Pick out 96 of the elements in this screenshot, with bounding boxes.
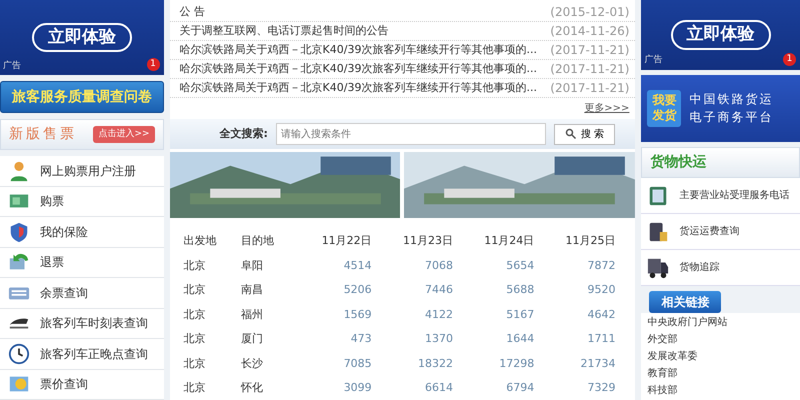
table-cell-text: 5688 bbox=[505, 282, 536, 298]
column-header: 11月22日 bbox=[320, 233, 373, 249]
table-cell-text: 阜阳 bbox=[240, 258, 264, 274]
section-title: 货物快运 bbox=[641, 147, 800, 178]
table-cell-text: 北京 bbox=[182, 331, 207, 347]
table-cell-text: 4514 bbox=[342, 258, 373, 274]
link[interactable]: 教育部 bbox=[647, 366, 794, 381]
column-header: 11月24日 bbox=[483, 233, 536, 249]
table-cell-text: 怀化 bbox=[240, 380, 264, 396]
ad-label: 广告 bbox=[3, 60, 21, 72]
freight-item[interactable]: 货物追踪 bbox=[641, 250, 800, 286]
table-cell-text: 7329 bbox=[586, 380, 617, 396]
banner-text: 电子商务平台 bbox=[689, 109, 774, 126]
table-cell-text: 5167 bbox=[505, 306, 536, 322]
table-cell-text: 1711 bbox=[586, 331, 617, 347]
table-cell-text: 7872 bbox=[586, 258, 617, 274]
more-link[interactable]: 更多>>> bbox=[578, 98, 636, 119]
notice-link[interactable]: 公 告 bbox=[180, 4, 206, 20]
notice-link[interactable]: 关于调整互联网、电话订票起售时间的公告 bbox=[180, 22, 389, 40]
clock-icon bbox=[8, 342, 30, 365]
counter-badge: 1 bbox=[146, 58, 160, 71]
notice-link[interactable]: 哈尔滨铁路局关于鸡西－北京K40/39次旅客列车继续开行等其他事项的... bbox=[180, 60, 537, 78]
service-item[interactable]: 余票查询 bbox=[0, 278, 164, 308]
table-cell-text: 北京 bbox=[182, 258, 207, 274]
column-header: 11月23日 bbox=[402, 233, 454, 249]
table-cell-text: 7446 bbox=[424, 282, 454, 298]
survey-button[interactable]: 旅客服务质量调查问卷 bbox=[0, 81, 164, 113]
notice-date: (2017-11-21) bbox=[550, 61, 630, 78]
try-now-button[interactable]: 立即体验 bbox=[32, 22, 132, 52]
table-cell-text: 4122 bbox=[424, 306, 454, 322]
notice-date: (2015-12-01) bbox=[550, 4, 630, 21]
ship-badge: 我要 发货 bbox=[647, 90, 682, 128]
table-cell-text: 17298 bbox=[498, 356, 536, 372]
freight-item[interactable]: 货运运费查询 bbox=[641, 214, 800, 250]
service-item[interactable]: 票价查询 bbox=[0, 370, 164, 400]
table-cell-text: 9520 bbox=[586, 282, 617, 298]
column-header: 11月25日 bbox=[564, 233, 617, 249]
table-cell-text: 1370 bbox=[424, 331, 454, 347]
phone-icon bbox=[647, 184, 670, 206]
table-cell-text: 473 bbox=[350, 331, 373, 347]
table-cell-text: 厦门 bbox=[240, 331, 264, 347]
table-cell-text: 5654 bbox=[505, 258, 536, 274]
table-cell-text: 1644 bbox=[505, 331, 536, 347]
link[interactable]: 中央政府门户网站 bbox=[647, 315, 794, 330]
service-item[interactable]: 旅客列车时刻表查询 bbox=[0, 308, 164, 339]
table-cell-text: 5206 bbox=[342, 282, 373, 298]
table-cell-text: 7085 bbox=[342, 356, 373, 372]
column-header: 目的地 bbox=[240, 233, 275, 249]
ad-label: 广告 bbox=[644, 54, 662, 68]
search-button[interactable]: 搜 索 bbox=[554, 124, 616, 144]
table-cell-text: 北京 bbox=[182, 356, 207, 372]
ad-banner[interactable]: 立即体验 广告 1 bbox=[0, 0, 164, 75]
links-tab[interactable]: 相关链接 bbox=[649, 291, 722, 313]
freight-banner[interactable]: 我要 发货 中国铁路货运 电子商务平台 bbox=[641, 74, 800, 142]
truck-icon bbox=[647, 256, 670, 278]
table-cell-text: 长沙 bbox=[240, 356, 264, 372]
search-label: 全文搜索: bbox=[220, 126, 268, 142]
notice-link[interactable]: 哈尔滨铁路局关于鸡西－北京K40/39次旅客列车继续开行等其他事项的... bbox=[180, 80, 537, 96]
link[interactable]: 外交部 bbox=[647, 332, 794, 347]
notice-date: (2017-11-21) bbox=[550, 80, 630, 97]
link[interactable]: 发展改革委 bbox=[647, 349, 794, 364]
table-cell-text: 6614 bbox=[424, 380, 454, 396]
notice-date: (2014-11-26) bbox=[550, 23, 630, 40]
service-item[interactable]: 网上购票用户注册 bbox=[0, 156, 164, 186]
table-cell-text: 7068 bbox=[424, 258, 454, 274]
notice-link[interactable]: 哈尔滨铁路局关于鸡西－北京K40/39次旅客列车继续开行等其他事项的... bbox=[180, 42, 537, 58]
table-cell-text: 北京 bbox=[182, 380, 207, 396]
service-item[interactable]: 旅客列车正晚点查询 bbox=[0, 339, 164, 370]
table-cell-text: 18322 bbox=[416, 356, 454, 372]
section-title: 新版售票 bbox=[9, 125, 77, 144]
table-cell-text: 4642 bbox=[586, 306, 617, 322]
table-cell-text: 北京 bbox=[182, 306, 207, 322]
service-item[interactable]: 退票 bbox=[0, 248, 164, 278]
service-item[interactable]: 购票 bbox=[0, 186, 164, 217]
banner-text: 中国铁路货运 bbox=[689, 91, 774, 108]
user-icon bbox=[8, 160, 30, 182]
table-cell-text: 1569 bbox=[342, 306, 373, 322]
search-icon bbox=[564, 128, 577, 140]
enter-button[interactable]: 点击进入>> bbox=[93, 126, 155, 144]
table-cell-text: 6794 bbox=[505, 380, 536, 396]
service-item[interactable]: 我的保险 bbox=[0, 217, 164, 248]
table-cell-text: 南昌 bbox=[240, 282, 264, 298]
ad-banner[interactable]: 立即体验 广告 1 bbox=[641, 0, 800, 70]
column-header: 出发地 bbox=[182, 233, 218, 249]
table-cell-text: 福州 bbox=[240, 306, 264, 322]
table-cell-text: 3099 bbox=[342, 380, 373, 396]
try-now-button[interactable]: 立即体验 bbox=[670, 20, 771, 50]
shield-icon bbox=[8, 220, 30, 243]
search-field[interactable]: 请输入搜索条件 bbox=[276, 123, 546, 145]
counter-badge: 1 bbox=[783, 52, 796, 66]
table-cell-text: 北京 bbox=[182, 282, 207, 298]
freight-item[interactable]: 主要营业站受理服务电话 bbox=[641, 178, 800, 214]
notice-date: (2017-11-21) bbox=[550, 42, 630, 59]
calculator-icon bbox=[647, 220, 670, 242]
link[interactable]: 科技部 bbox=[647, 383, 794, 398]
table-cell-text: 21734 bbox=[580, 356, 617, 372]
